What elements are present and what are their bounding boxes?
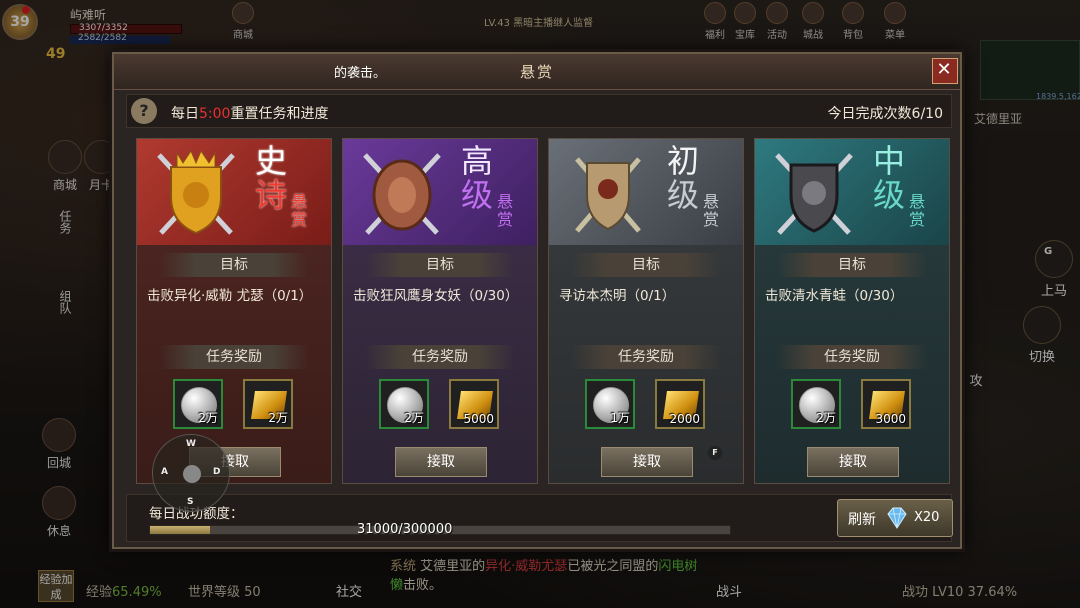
card-rank-bottom: 诗: [255, 176, 288, 214]
reward-amount: 2000: [669, 412, 700, 426]
reward-header: 任务奖励: [159, 345, 309, 369]
reward-gold[interactable]: 2万: [243, 379, 293, 429]
reward-amount: 1万: [610, 411, 630, 425]
reset-prefix: 每日: [171, 106, 199, 122]
accept-button[interactable]: 接取: [601, 447, 693, 477]
quota-bar: 每日战功额度： 31000/300000 刷新 X20: [126, 494, 953, 542]
card-bounty-label: 悬赏: [291, 192, 308, 229]
card-header: 高 级 悬赏: [343, 139, 537, 245]
dpad-right: D: [213, 467, 221, 477]
card-bounty-label: 悬赏: [909, 192, 926, 229]
reward-amount: 2万: [198, 411, 218, 425]
refresh-label: 刷新: [848, 512, 876, 528]
reward-amount: 2万: [404, 411, 424, 425]
bronze-shield-emblem-icon: [363, 153, 441, 235]
reward-amount: 3000: [875, 412, 906, 426]
reward-gold[interactable]: 5000: [449, 379, 499, 429]
reward-header: 任务奖励: [777, 345, 927, 369]
reward-amount: 5000: [463, 412, 494, 426]
bounty-dialog: 悬赏 的袭击。 ✕ ? 每日5:00重置任务和进度 今日完成次数6/10 史 诗…: [112, 52, 962, 549]
reward-amount: 2万: [268, 411, 288, 425]
reward-silver[interactable]: 1万: [585, 379, 635, 429]
close-icon: ✕: [936, 59, 954, 80]
quota-progress-fill: [150, 526, 210, 534]
goal-header: 目标: [571, 253, 721, 277]
iron-shield-emblem-icon: [575, 157, 641, 233]
card-rank-top: 高: [461, 142, 494, 180]
close-button[interactable]: ✕: [932, 58, 958, 84]
reward-silver[interactable]: 2万: [379, 379, 429, 429]
reward-header: 任务奖励: [571, 345, 721, 369]
bounty-card-epic[interactable]: 史 诗 悬赏 目标 击败异化·威勒 尤瑟（0/1） 任务奖励 2万 2万 接取: [136, 138, 332, 484]
goal-header: 目标: [159, 253, 309, 277]
dark-shield-emblem-icon: [775, 153, 853, 235]
card-header: 初 级 悬赏: [549, 139, 743, 245]
dialog-title: 悬赏: [519, 63, 554, 81]
reward-amount: 2万: [816, 411, 836, 425]
reward-silver[interactable]: 2万: [791, 379, 841, 429]
dpad-up: W: [186, 439, 196, 449]
refresh-button[interactable]: 刷新 X20: [837, 499, 953, 537]
dpad-down: S: [187, 497, 194, 507]
card-rank-top: 中: [873, 142, 906, 180]
reward-slots: 1万 2000: [585, 379, 709, 429]
card-header: 中 级 悬赏: [755, 139, 949, 245]
dpad-left: A: [161, 467, 168, 477]
card-header: 史 诗 悬赏: [137, 139, 331, 245]
goal-header: 目标: [777, 253, 927, 277]
reward-gold[interactable]: 2000: [655, 379, 705, 429]
dpad-thumb[interactable]: [183, 465, 201, 483]
bounty-card-advanced[interactable]: 高 级 悬赏 目标 击败狂风鹰身女妖（0/30） 任务奖励 2万 5000 接取: [342, 138, 538, 484]
card-body: 目标 击败清水青蛙（0/30） 任务奖励 2万 3000 接取: [755, 245, 949, 483]
reward-silver[interactable]: 2万: [173, 379, 223, 429]
help-icon[interactable]: ?: [131, 98, 157, 124]
bounty-card-beginner[interactable]: 初 级 悬赏 目标 寻访本杰明（0/1） 任务奖励 1万 2000 接取: [548, 138, 744, 484]
accept-button[interactable]: 接取: [807, 447, 899, 477]
movement-dpad[interactable]: W A D S: [152, 434, 230, 512]
bounty-card-intermediate[interactable]: 中 级 悬赏 目标 击败清水青蛙（0/30） 任务奖励 2万 3000 接取: [754, 138, 950, 484]
refresh-count: X20: [914, 510, 940, 525]
reset-notice: 每日5:00重置任务和进度: [171, 103, 328, 123]
accept-button[interactable]: 接取: [395, 447, 487, 477]
reward-slots: 2万 5000: [379, 379, 503, 429]
reset-time: 5:00: [199, 106, 231, 122]
card-rank-bottom: 级: [667, 176, 700, 214]
goal-header: 目标: [365, 253, 515, 277]
hotkey-f-badge: F: [708, 446, 722, 460]
card-rank-top: 史: [255, 142, 288, 180]
goal-text: 击败狂风鹰身女妖（0/30）: [353, 288, 519, 304]
card-rank-bottom: 级: [873, 176, 906, 214]
card-body: 目标 击败狂风鹰身女妖（0/30） 任务奖励 2万 5000 接取: [343, 245, 537, 483]
info-bar: ? 每日5:00重置任务和进度 今日完成次数6/10: [126, 94, 952, 128]
reward-slots: 2万 3000: [791, 379, 915, 429]
dialog-header: 悬赏 的袭击。 ✕: [114, 54, 960, 90]
card-rank-bottom: 级: [461, 176, 494, 214]
reward-slots: 2万 2万: [173, 379, 297, 429]
goal-text: 寻访本杰明（0/1）: [559, 288, 676, 304]
reset-suffix: 重置任务和进度: [230, 106, 329, 122]
lion-shield-emblem-icon: [157, 149, 235, 235]
card-rank-top: 初: [667, 142, 700, 180]
completed-count: 今日完成次数6/10: [827, 106, 943, 122]
goal-text: 击败清水青蛙（0/30）: [765, 288, 904, 304]
scrolling-notice: 的袭击。: [334, 66, 387, 81]
goal-text: 击败异化·威勒 尤瑟（0/1）: [147, 288, 313, 304]
reward-gold[interactable]: 3000: [861, 379, 911, 429]
reward-header: 任务奖励: [365, 345, 515, 369]
diamond-icon: [887, 507, 907, 529]
card-bounty-label: 悬赏: [703, 192, 720, 229]
card-bounty-label: 悬赏: [497, 192, 514, 229]
quota-value: 31000/300000: [357, 522, 453, 537]
